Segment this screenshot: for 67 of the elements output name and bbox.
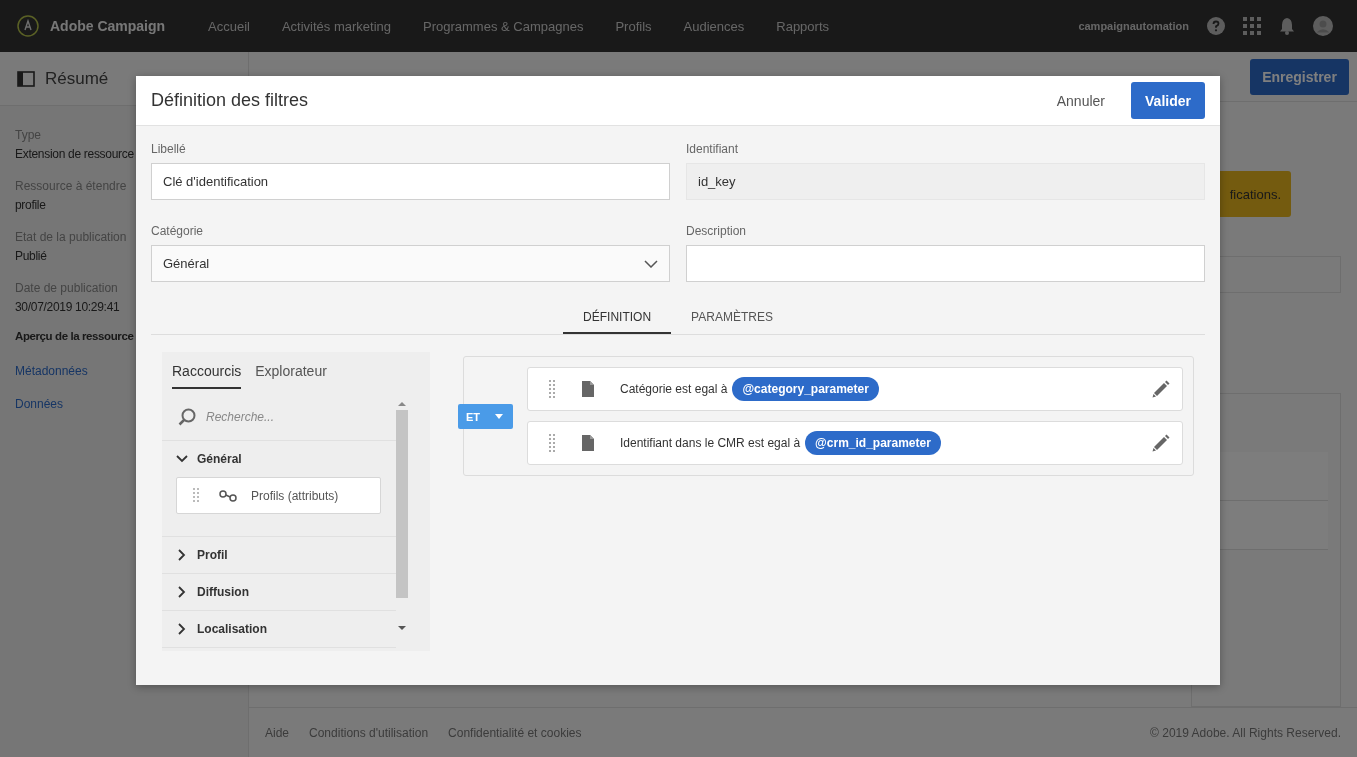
input-field[interactable]: Clé d'identification — [151, 163, 670, 200]
tab[interactable]: Raccourcis — [172, 363, 242, 389]
search-icon — [178, 408, 196, 426]
sidebar-link[interactable]: Métadonnées — [15, 364, 88, 378]
caret-icon — [495, 414, 503, 419]
nav-link[interactable]: Profils — [599, 18, 668, 34]
page-title: Résumé — [45, 68, 109, 89]
copyright-text: © 2019 Adobe. All Rights Reserved. — [1150, 725, 1341, 740]
save-button[interactable]: Enregistrer — [1250, 58, 1349, 95]
footer-link[interactable]: Confidentialité et cookies — [448, 725, 582, 740]
field-label: Catégorie — [151, 224, 205, 238]
document-icon — [582, 435, 594, 451]
tree-item[interactable]: Localisation — [197, 622, 267, 636]
nav-link[interactable]: Audiences — [667, 18, 761, 34]
drag-handle-icon — [549, 434, 555, 452]
nav-link[interactable]: Activités marketing — [265, 18, 407, 34]
nav-link[interactable]: Accueil — [192, 18, 266, 34]
footer-link[interactable]: Conditions d'utilisation — [309, 725, 429, 740]
nav-link[interactable]: Programmes & Campagnes — [407, 18, 600, 34]
tree-item[interactable]: Général — [197, 452, 242, 466]
chevron-down-icon[interactable] — [176, 453, 188, 465]
tab[interactable]: Explorateur — [255, 363, 327, 389]
tree-item[interactable]: Diffusion — [197, 585, 249, 599]
input-field[interactable] — [686, 245, 1205, 282]
panel-icon — [17, 70, 35, 87]
chevron-right-icon[interactable] — [176, 549, 188, 561]
sidebar-link[interactable]: Données — [15, 397, 64, 411]
field-value: Publié — [15, 249, 47, 263]
condition-text: Identifiant dans le CMR est egal à — [620, 436, 801, 450]
field-value: 30/07/2019 10:29:41 — [15, 300, 120, 314]
footer-link[interactable]: Aide — [265, 725, 290, 740]
condition-text: Catégorie est egal à — [620, 382, 728, 396]
tab[interactable]: PARAMÈTRES — [671, 301, 793, 334]
section-title: Aperçu de la ressource — [15, 330, 134, 342]
bell-icon[interactable] — [1279, 17, 1295, 35]
tab[interactable]: DÉFINITION — [563, 301, 672, 334]
drag-handle-icon — [549, 380, 555, 398]
document-icon — [582, 381, 594, 397]
pencil-icon[interactable] — [1152, 380, 1170, 398]
apps-grid-icon[interactable] — [1243, 17, 1261, 35]
dialog-title: Définition des filtres — [151, 90, 309, 111]
field-label: Libellé — [151, 142, 187, 156]
tree-item[interactable]: Profil — [197, 548, 228, 562]
nav-link[interactable]: Rapports — [760, 18, 845, 34]
chevron-down-icon — [644, 259, 658, 268]
cancel-button[interactable]: Annuler — [1056, 92, 1105, 109]
chevron-right-icon[interactable] — [176, 623, 188, 635]
operator-dropdown[interactable]: ET — [458, 404, 513, 429]
user-name[interactable]: campaignautomation — [1078, 20, 1189, 32]
dropdown[interactable]: Général — [151, 245, 670, 282]
drag-handle-icon — [193, 487, 199, 504]
chevron-right-icon[interactable] — [176, 586, 188, 598]
shortcut-item[interactable]: Profils (attributs) — [176, 477, 381, 514]
logo-icon — [17, 15, 39, 37]
app-name: Adobe Campaign — [50, 18, 166, 34]
help-icon[interactable] — [1207, 17, 1225, 35]
field-label: Identifiant — [686, 142, 740, 156]
confirm-button[interactable]: Valider — [1131, 82, 1205, 119]
readonly-field: id_key — [686, 163, 1205, 200]
field-label: Description — [686, 224, 748, 238]
pencil-icon[interactable] — [1152, 434, 1170, 452]
field-value: Extension de ressource — [15, 147, 134, 161]
parameter-tag: @crm_id_parameter — [805, 431, 941, 455]
parameter-tag: @category_parameter — [732, 377, 879, 401]
link-icon — [219, 489, 237, 502]
avatar-icon[interactable] — [1313, 16, 1333, 36]
search-field[interactable]: Recherche... — [204, 409, 388, 425]
